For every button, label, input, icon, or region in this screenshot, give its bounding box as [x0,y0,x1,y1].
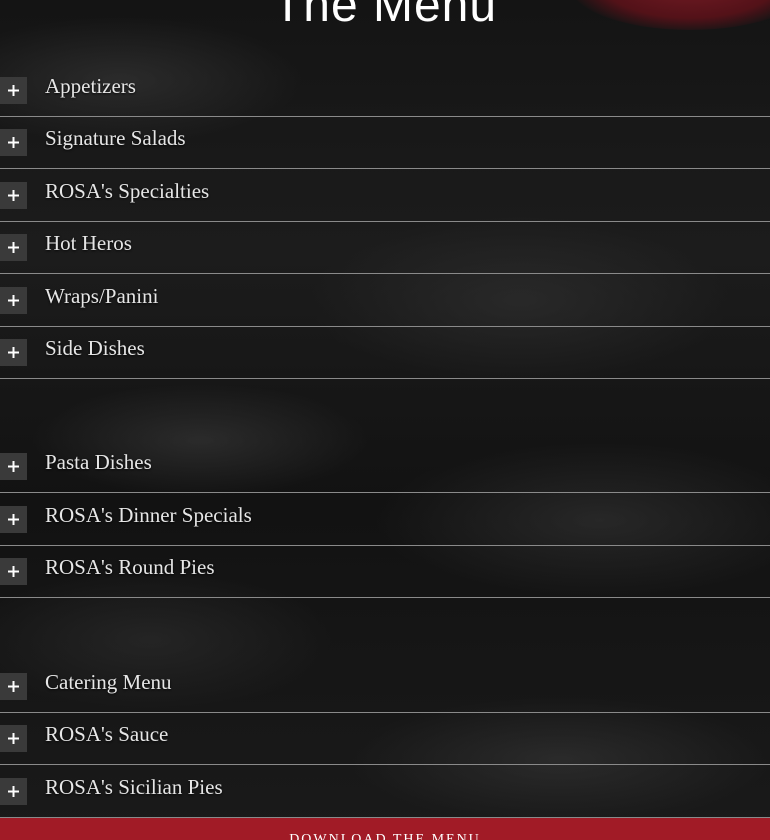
accordion-signature-salads[interactable]: Signature Salads [0,116,770,169]
accordion-side-dishes[interactable]: Side Dishes [0,326,770,379]
plus-icon[interactable] [0,673,27,700]
plus-icon[interactable] [0,129,27,156]
accordion-label: Side Dishes [45,336,145,360]
plus-icon[interactable] [0,725,27,752]
accordion-label: Wraps/Panini [45,284,159,308]
accordion-label: ROSA's Sauce [45,722,169,746]
accordion-rosas-sauce[interactable]: ROSA's Sauce [0,712,770,765]
accordion-label: ROSA's Round Pies [45,555,215,579]
page-title: The Menu [272,0,498,32]
plus-icon[interactable] [0,182,27,209]
plus-icon[interactable] [0,778,27,805]
plus-icon[interactable] [0,558,27,585]
accordion-appetizers[interactable]: Appetizers [0,64,770,117]
plus-icon[interactable] [0,506,27,533]
menu-page: The Menu Appetizers Signature Salads ROS… [0,0,770,840]
accordion-pasta-dishes[interactable]: Pasta Dishes [0,440,770,493]
accordion-round-pies[interactable]: ROSA's Round Pies [0,545,770,598]
accordion-catering-menu[interactable]: Catering Menu [0,660,770,713]
accordion-label: ROSA's Dinner Specials [45,503,252,527]
download-menu-button[interactable]: DOWNLOAD THE MENU [0,818,770,840]
plus-icon[interactable] [0,453,27,480]
accordion-label: Hot Heros [45,231,132,255]
accordion-label: ROSA's Sicilian Pies [45,775,223,799]
accordion-wraps-panini[interactable]: Wraps/Panini [0,274,770,327]
accordion-sicilian-pies[interactable]: ROSA's Sicilian Pies [0,765,770,818]
plus-icon[interactable] [0,77,27,104]
plus-icon[interactable] [0,234,27,261]
plus-icon[interactable] [0,287,27,314]
accordion-label: Catering Menu [45,670,172,694]
accordion-hot-heros[interactable]: Hot Heros [0,221,770,274]
accordion-label: ROSA's Specialties [45,179,210,203]
accordion-rosas-specialties[interactable]: ROSA's Specialties [0,169,770,222]
download-menu-label: DOWNLOAD THE MENU [289,832,481,840]
accordion-label: Signature Salads [45,126,186,150]
plus-icon[interactable] [0,339,27,366]
accordion-dinner-specials[interactable]: ROSA's Dinner Specials [0,493,770,546]
accordion-label: Pasta Dishes [45,450,152,474]
accordion-label: Appetizers [45,74,136,98]
